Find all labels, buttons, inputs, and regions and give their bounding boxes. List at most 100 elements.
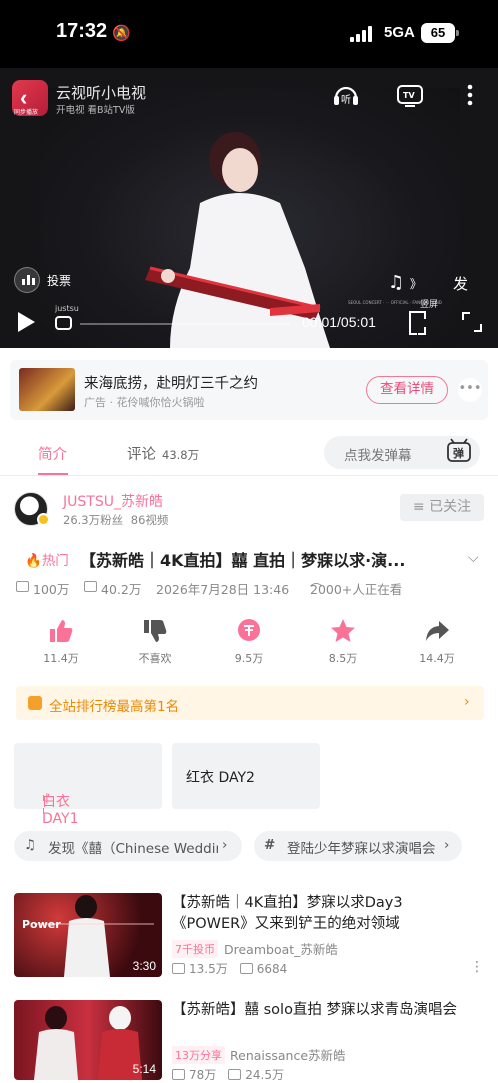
status-time: 17:32 xyxy=(56,20,108,42)
topic-pill-label: 登陆少年梦寐以求演唱会 xyxy=(287,841,436,857)
video-duration: 5:14 xyxy=(132,1062,156,1076)
ad-more-icon[interactable]: ••• xyxy=(458,378,482,402)
danmaku-count-icon xyxy=(84,581,97,592)
video-player[interactable]: SEOUL CONCERT · · · OFFICIAL · FANCAM · … xyxy=(0,68,498,348)
danmaku-count-icon xyxy=(239,963,253,974)
music-icon[interactable]: ♫ 》 xyxy=(388,272,422,293)
send-danmaku-button[interactable]: 发 xyxy=(453,273,468,294)
danmaku-placeholder: 点我发弹幕 xyxy=(344,448,412,464)
hashtag-icon: # xyxy=(264,837,276,853)
logo-badge: 同步播放 xyxy=(14,109,39,116)
views-icon xyxy=(172,963,185,974)
part-label: 红衣 DAY2 xyxy=(186,770,255,786)
danmaku-icon-label: 弹 xyxy=(453,447,464,460)
silent-bell-icon: 🔕 xyxy=(112,24,131,42)
tab-comments[interactable]: 评论 43.8万 xyxy=(127,443,199,464)
vote-label[interactable]: 投票 xyxy=(47,272,71,289)
share-button[interactable]: 14.4万 xyxy=(407,618,467,666)
chevron-right-icon[interactable]: › xyxy=(464,694,470,710)
star-icon xyxy=(313,618,373,648)
chevron-right-icon: › xyxy=(444,837,450,853)
like-count: 11.4万 xyxy=(43,652,79,665)
danmaku-input[interactable]: 点我发弹幕 弹 xyxy=(324,436,480,469)
battery-icon: 65 xyxy=(421,23,459,43)
svg-text:TV: TV xyxy=(403,91,415,100)
part-item[interactable]: ı|ı 白衣 DAY1 xyxy=(14,743,162,827)
video-title[interactable]: 【苏新皓｜4K直拍】囍 直拍｜梦寐以求·演... xyxy=(80,547,405,571)
dislike-button[interactable]: 不喜欢 xyxy=(125,618,185,666)
hot-label: 热门 xyxy=(41,553,69,569)
more-icon[interactable] xyxy=(464,82,476,108)
watermark: justsu xyxy=(55,304,79,313)
coin-count: 9.5万 xyxy=(234,652,264,665)
ad-thumbnail[interactable] xyxy=(19,368,75,411)
follow-button[interactable]: ≡ 已关注 xyxy=(400,494,484,521)
like-button[interactable]: 11.4万 xyxy=(31,618,91,666)
video-tag: 13万分享 xyxy=(172,1046,225,1064)
progress-bar[interactable] xyxy=(80,323,290,325)
music-pill[interactable]: ♫ 发现《囍（Chinese Wedding › xyxy=(14,831,242,861)
video-author[interactable]: Dreamboat_苏新皓 xyxy=(224,939,338,958)
danmaku-toggle-icon[interactable] xyxy=(55,316,72,330)
active-tab-indicator xyxy=(38,473,68,475)
ad-details-button[interactable]: 查看详情 xyxy=(366,376,448,404)
video-title[interactable]: 【苏新皓｜4K直拍】梦寐以求Day3《POWER》又来到铲王的绝对领域 xyxy=(172,893,472,935)
video-author[interactable]: Renaissance苏新皓 xyxy=(230,1045,346,1064)
chevron-down-icon[interactable]: ⌵ xyxy=(468,550,479,566)
play-icon[interactable] xyxy=(18,312,35,332)
uploader-fans: 26.3万粉丝 xyxy=(63,513,124,527)
views-icon xyxy=(16,581,29,592)
publish-date: 2026年7月28日 13:46 xyxy=(156,582,290,597)
video-thumbnail[interactable]: Power 3:30 xyxy=(14,893,162,977)
topic-pill[interactable]: # 登陆少年梦寐以求演唱会 › xyxy=(254,831,462,861)
coin-button[interactable]: 9.5万 xyxy=(219,618,279,666)
signal-icon xyxy=(350,26,374,42)
part-item[interactable]: 红衣 DAY2 xyxy=(172,743,320,809)
more-icon[interactable]: ⋮ xyxy=(470,959,484,975)
ranking-text[interactable]: 全站排行榜最高第1名 xyxy=(49,695,179,715)
thumb-down-icon xyxy=(125,618,185,648)
dislike-label: 不喜欢 xyxy=(138,652,172,665)
music-note-icon: ♫ xyxy=(24,837,37,853)
uploader-videos: 86视频 xyxy=(130,513,169,527)
ad-subtitle: 广告 · 花伶喊你恰火锅啦 xyxy=(84,396,205,409)
video-thumbnail[interactable]: 5:14 xyxy=(14,1000,162,1080)
playback-time: 00:01/05:01 xyxy=(302,314,376,330)
content-tabs: 简介 评论 43.8万 点我发弹幕 弹 xyxy=(0,432,498,476)
ad-title[interactable]: 来海底捞，赴明灯三千之约 xyxy=(84,372,258,393)
listen-icon[interactable]: 听 xyxy=(332,82,360,108)
chevron-right-icon: › xyxy=(222,837,228,853)
follow-label: 已关注 xyxy=(429,499,472,515)
ranking-banner[interactable]: 全站排行榜最高第1名 › xyxy=(16,686,484,720)
watching-count: 2000+人正在看 xyxy=(310,582,403,597)
ranking-icon xyxy=(28,696,42,710)
tv-cast-icon[interactable]: TV xyxy=(396,82,424,108)
uploader-stats: 26.3万粉丝 86视频 xyxy=(63,512,168,528)
thumb-up-icon xyxy=(31,618,91,648)
tab-intro[interactable]: 简介 xyxy=(38,443,67,464)
video-duration: 3:30 xyxy=(132,959,156,973)
network-type: 5GA xyxy=(384,24,415,41)
favorite-button[interactable]: 8.5万 xyxy=(313,618,373,666)
ad-banner[interactable]: 来海底捞，赴明灯三千之约 广告 · 花伶喊你恰火锅啦 查看详情 ••• xyxy=(10,360,488,420)
uploader-name[interactable]: JUSTSU_苏新皓 xyxy=(63,491,163,511)
views-icon xyxy=(172,1069,185,1080)
svg-text:听: 听 xyxy=(341,94,351,106)
vote-icon[interactable] xyxy=(14,267,40,293)
video-tag: 7千投币 xyxy=(172,940,218,958)
brand-title: 云视听小电视 xyxy=(56,84,147,102)
share-icon xyxy=(407,618,467,648)
favorite-count: 8.5万 xyxy=(328,652,358,665)
view-count: 13.5万 xyxy=(189,962,228,976)
danmaku-count: 6684 xyxy=(256,962,288,976)
hot-badge: 🔥热门 xyxy=(25,549,69,569)
view-count: 100万 xyxy=(33,582,70,597)
app-logo[interactable]: ‹ 同步播放 xyxy=(12,80,48,116)
flame-icon: 🔥 xyxy=(25,553,42,569)
danmaku-count-icon xyxy=(228,1069,242,1080)
video-title[interactable]: 【苏新皓】囍 solo直拍 梦寐以求青岛演唱会 xyxy=(172,1000,472,1021)
tab-comments-label: 评论 xyxy=(127,447,156,463)
menu-icon: ≡ xyxy=(412,499,430,515)
verified-badge-icon xyxy=(37,513,50,526)
music-pill-label: 发现《囍（Chinese Wedding xyxy=(48,841,218,857)
